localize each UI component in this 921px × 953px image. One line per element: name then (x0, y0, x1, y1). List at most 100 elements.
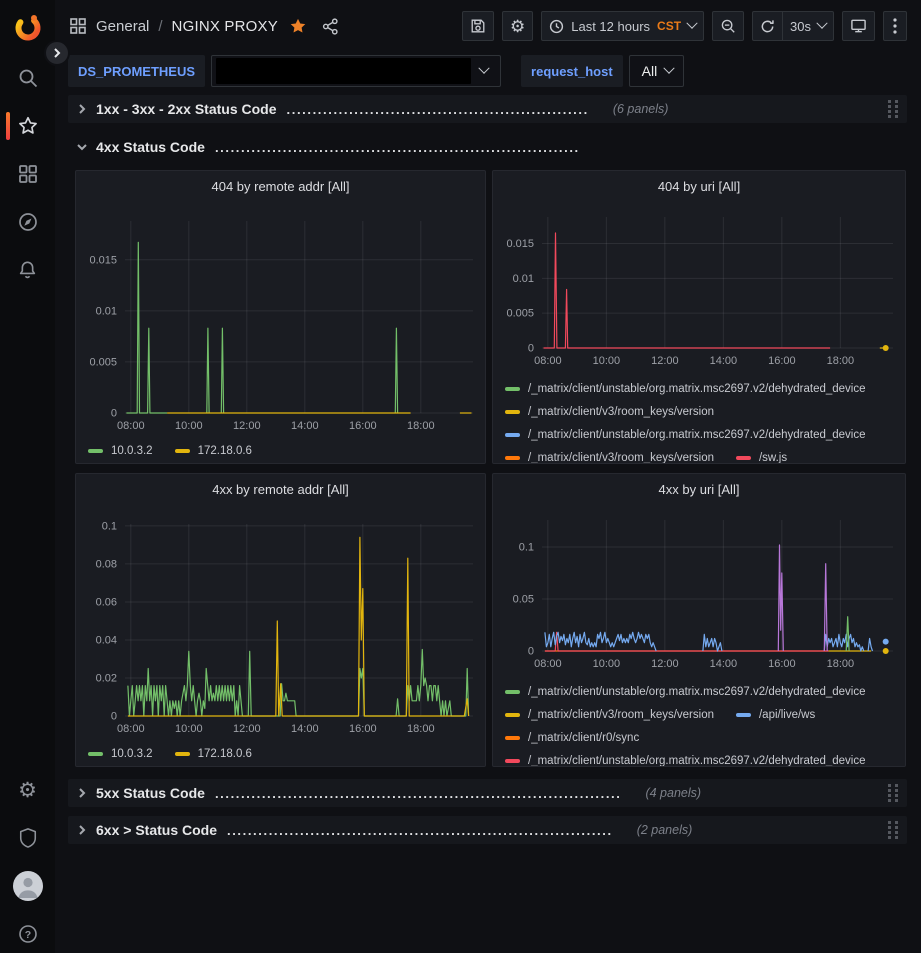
request-host-dropdown[interactable]: All (629, 55, 685, 87)
drag-handle-icon[interactable] (887, 783, 899, 808)
dashboard-topbar: General / NGINX PROXY ⚙ (55, 0, 921, 52)
variable-label-ds-prometheus[interactable]: DS_PROMETHEUS (68, 55, 205, 87)
legend: /_matrix/client/unstable/org.matrix.msc2… (505, 377, 901, 463)
legend-item[interactable]: /_matrix/client/v3/room_keys/version (505, 452, 714, 464)
zoom-out-button[interactable] (712, 11, 744, 41)
favorite-star-icon[interactable] (289, 17, 307, 35)
starred-dashboards-icon[interactable] (0, 114, 55, 138)
drag-handle-icon[interactable] (887, 820, 899, 845)
legend-item[interactable]: 10.0.3.2 (88, 748, 153, 760)
apps-icon[interactable] (69, 17, 87, 35)
legend-item[interactable]: /_matrix/client/v3/room_keys/version (505, 406, 714, 418)
alerting-bell-icon[interactable] (0, 258, 55, 282)
panel-title[interactable]: 404 by remote addr [All] (76, 171, 485, 201)
variable-label-request-host[interactable]: request_host (521, 55, 623, 87)
panel-body: 00.0050.010.01508:0010:0012:0014:0016:00… (493, 201, 905, 463)
legend-item[interactable]: /_matrix/client/unstable/org.matrix.msc2… (505, 429, 866, 441)
panel-404-by-remote-addr: 404 by remote addr [All] 00.0050.010.015… (75, 170, 486, 464)
refresh-interval-dropdown[interactable]: 30s (782, 11, 834, 41)
y-tick-label: 0.06 (96, 596, 117, 608)
legend-row: /_matrix/client/unstable/org.matrix.msc2… (505, 377, 901, 400)
row-dots: ........................................… (227, 823, 613, 838)
legend-item[interactable]: /_matrix/client/unstable/org.matrix.msc2… (505, 755, 866, 767)
breadcrumb: General / NGINX PROXY (69, 17, 339, 35)
legend-label: /_matrix/client/unstable/org.matrix.msc2… (528, 686, 866, 698)
grafana-dashboard: ⚙ ? (0, 0, 921, 953)
row-4xx[interactable]: 4xx Status Code ........................… (68, 133, 907, 161)
dashboard-settings-button[interactable]: ⚙ (502, 11, 533, 41)
y-tick-label: 0.1 (102, 520, 117, 532)
help-icon[interactable]: ? (0, 922, 55, 946)
y-tick-label: 0.01 (96, 305, 117, 317)
x-tick-label: 18:00 (827, 355, 855, 367)
legend-item[interactable]: /sw.js (736, 452, 787, 464)
row-panel-count: (2 panels) (637, 823, 693, 837)
search-icon[interactable] (0, 66, 55, 90)
legend-swatch (88, 449, 103, 453)
panel-404-by-uri: 404 by uri [All] 00.0050.010.01508:0010:… (492, 170, 906, 464)
panel-title[interactable]: 4xx by uri [All] (493, 474, 905, 504)
legend-swatch (505, 387, 520, 391)
x-tick-label: 12:00 (233, 420, 261, 432)
configuration-gear-icon[interactable]: ⚙ (0, 778, 55, 802)
drag-handle-icon[interactable] (887, 99, 899, 124)
legend-row: /_matrix/client/v3/room_keys/version (505, 400, 901, 423)
legend-item[interactable]: /_matrix/client/unstable/org.matrix.msc2… (505, 686, 866, 698)
grafana-logo[interactable] (0, 12, 55, 42)
svg-text:?: ? (24, 929, 30, 941)
series-line (126, 242, 167, 413)
x-tick-label: 14:00 (710, 355, 738, 367)
legend-item[interactable]: /api/live/ws (736, 709, 815, 721)
ds-prometheus-dropdown[interactable] (211, 55, 501, 87)
panel-title[interactable]: 4xx by remote addr [All] (76, 474, 485, 504)
legend-item[interactable]: /_matrix/client/unstable/org.matrix.msc2… (505, 383, 866, 395)
time-range-picker[interactable]: Last 12 hours CST (541, 11, 704, 41)
x-tick-label: 18:00 (407, 420, 435, 432)
row-5xx[interactable]: 5xx Status Code ........................… (68, 779, 907, 807)
y-tick-label: 0 (528, 343, 534, 355)
chart-canvas[interactable]: 00.0050.010.01508:0010:0012:0014:0016:00… (76, 201, 485, 463)
y-tick-label: 0 (111, 711, 117, 723)
y-tick-label: 0.04 (96, 634, 117, 646)
explore-compass-icon[interactable] (0, 210, 55, 234)
sidebar-expand-button[interactable] (44, 40, 70, 66)
user-avatar[interactable] (0, 871, 55, 901)
breadcrumb-folder[interactable]: General (96, 18, 149, 35)
x-tick-label: 10:00 (175, 420, 203, 432)
legend-item[interactable]: 172.18.0.6 (175, 748, 252, 760)
row-6xx[interactable]: 6xx > Status Code ......................… (68, 816, 907, 844)
legend-item[interactable]: 10.0.3.2 (88, 445, 153, 457)
legend: 10.0.3.2 172.18.0.6 (88, 439, 481, 462)
chevron-down-icon (816, 18, 827, 29)
legend-item[interactable]: /_matrix/client/v3/room_keys/version (505, 709, 714, 721)
x-tick-label: 14:00 (710, 658, 738, 670)
legend-label: 172.18.0.6 (198, 445, 252, 457)
server-admin-shield-icon[interactable] (0, 826, 55, 850)
row-title: 5xx Status Code (96, 785, 205, 801)
panel-title-text: 4xx by remote addr [All] (212, 482, 349, 497)
series-endpoint-dot (883, 639, 889, 645)
panel-title[interactable]: 404 by uri [All] (493, 171, 905, 201)
dashboard-title[interactable]: NGINX PROXY (172, 18, 278, 35)
x-tick-label: 16:00 (768, 658, 796, 670)
y-tick-label: 0 (111, 408, 117, 420)
kebab-menu-button[interactable] (883, 11, 907, 41)
row-1xx-3xx-2xx[interactable]: 1xx - 3xx - 2xx Status Code ............… (68, 95, 907, 123)
legend-label: 10.0.3.2 (111, 748, 153, 760)
save-dashboard-button[interactable] (462, 11, 494, 41)
chevron-right-icon (76, 103, 88, 115)
chart-canvas[interactable]: 00.020.040.060.080.108:0010:0012:0014:00… (76, 504, 485, 766)
legend-item[interactable]: /_matrix/client/r0/sync (505, 732, 639, 744)
request-host-value: All (630, 63, 666, 79)
panel-title-text: 404 by remote addr [All] (211, 179, 349, 194)
refresh-button[interactable] (752, 11, 782, 41)
gear-icon: ⚙ (510, 18, 525, 35)
dashboards-icon[interactable] (0, 162, 55, 186)
legend-item[interactable]: 172.18.0.6 (175, 445, 252, 457)
share-icon[interactable] (322, 18, 339, 35)
x-tick-label: 10:00 (593, 355, 621, 367)
cycle-view-mode-button[interactable] (842, 11, 875, 41)
legend-label: /api/live/ws (759, 709, 815, 721)
row-dots: ........................................… (215, 786, 622, 801)
legend-label: 172.18.0.6 (198, 748, 252, 760)
